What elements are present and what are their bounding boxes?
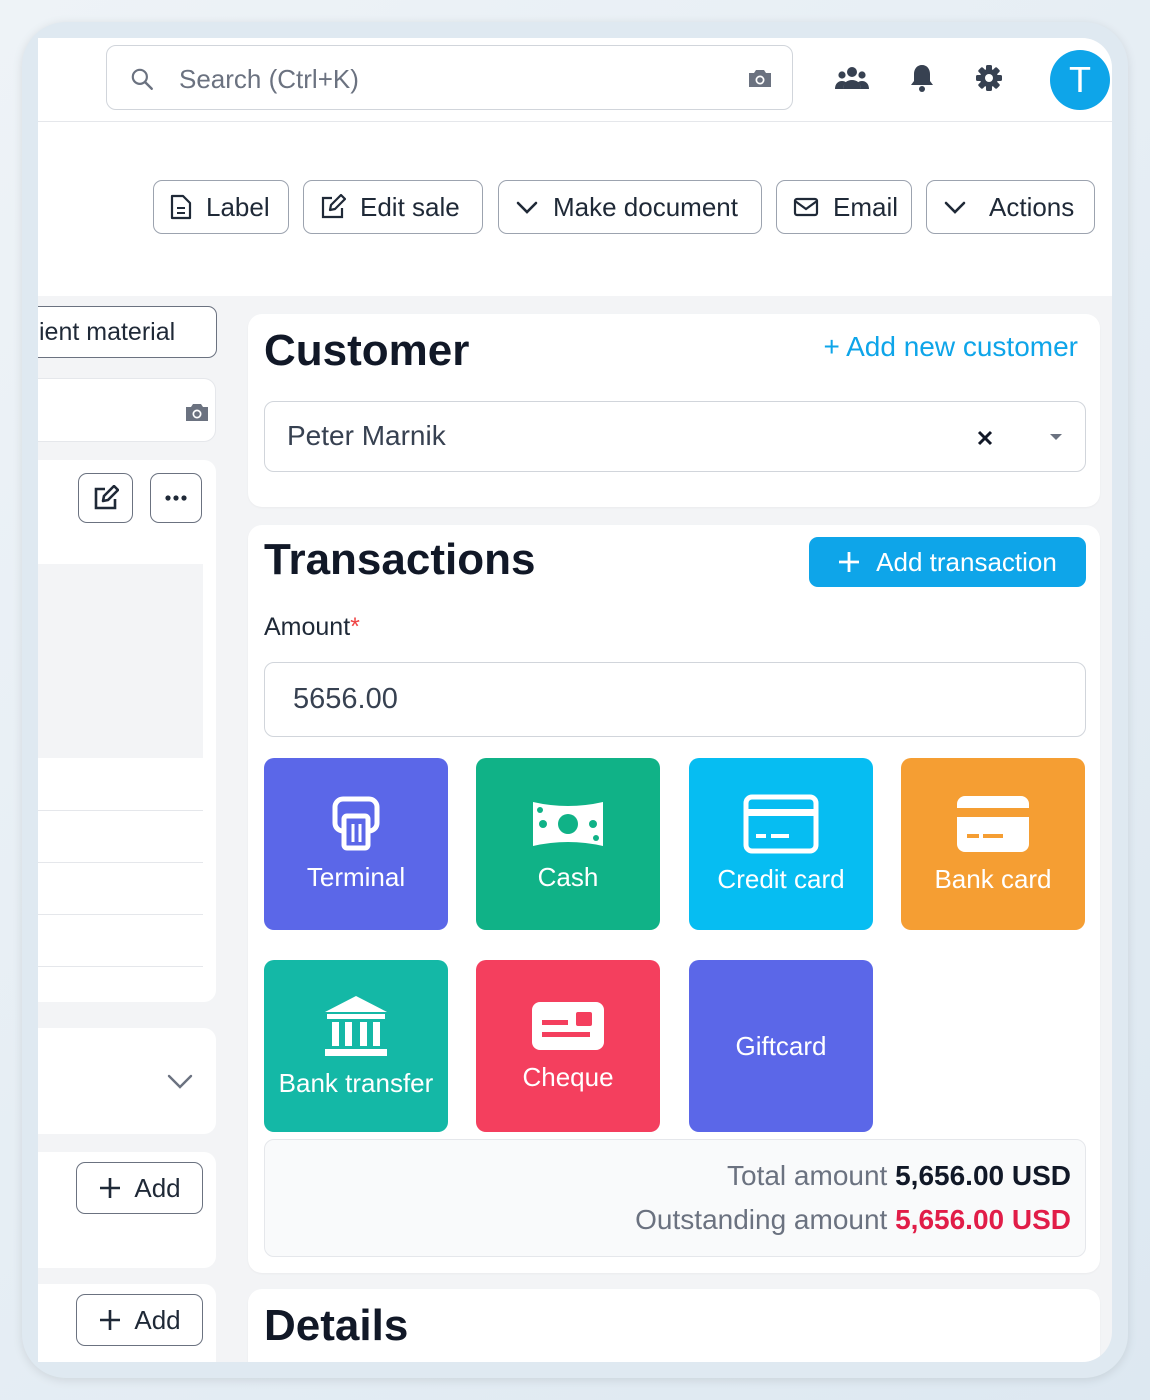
payment-cheque-button[interactable]: Cheque	[476, 960, 660, 1132]
plus-icon	[100, 1310, 121, 1330]
chevron-down-icon	[944, 201, 966, 214]
add-button-label: Add	[134, 1172, 181, 1203]
actions-button[interactable]: Actions	[926, 180, 1095, 234]
avatar[interactable]: T	[1050, 50, 1110, 110]
caret-down-icon[interactable]	[1049, 433, 1063, 441]
users-icon[interactable]	[834, 60, 870, 96]
chevron-down-icon	[167, 1074, 193, 1089]
more-icon	[165, 495, 187, 501]
email-button-text: Email	[833, 191, 899, 222]
camera-icon[interactable]	[746, 66, 774, 90]
bank-transfer-label: Bank transfer	[278, 1067, 434, 1098]
add-button-label: Add	[134, 1304, 181, 1335]
label-button[interactable]: Label	[153, 180, 289, 234]
gear-icon[interactable]	[971, 60, 1007, 96]
edit-icon	[321, 194, 346, 219]
material-tab[interactable]: ient material	[38, 306, 217, 358]
plus-icon	[100, 1178, 121, 1198]
search-icon	[131, 68, 153, 90]
camera-icon[interactable]	[183, 400, 211, 424]
terminal-label: Terminal	[306, 861, 406, 892]
mail-icon	[793, 197, 819, 217]
document-icon	[170, 194, 192, 220]
action-toolbar: Label Edit sale Make document Email Acti…	[38, 122, 1112, 296]
payment-cash-button[interactable]: Cash	[476, 758, 660, 930]
bell-icon[interactable]	[904, 60, 940, 96]
left-section-2: Add	[38, 1284, 216, 1362]
bank-card-icon	[957, 795, 1029, 852]
payment-bank-card-button[interactable]: Bank card	[901, 758, 1085, 930]
edit-sale-text: Edit sale	[360, 191, 460, 222]
chevron-down-icon	[516, 201, 538, 214]
credit-card-icon	[743, 794, 819, 853]
label-button-text: Label	[206, 191, 270, 222]
add-button[interactable]: Add	[76, 1162, 203, 1214]
divider	[38, 810, 203, 811]
divider	[38, 914, 203, 915]
customer-selected-value: Peter Marnik	[287, 420, 446, 451]
divider	[38, 862, 203, 863]
amount-label: Amount*	[264, 613, 360, 642]
total-amount-row: Total amount 5,656.00 USD	[727, 1160, 1071, 1192]
left-list-card	[38, 460, 216, 1002]
email-button[interactable]: Email	[776, 180, 912, 234]
outstanding-amount-label: Outstanding amount	[635, 1204, 888, 1235]
payment-credit-card-button[interactable]: Credit card	[689, 758, 873, 930]
total-amount-value: 5,656.00 USD	[895, 1160, 1071, 1191]
edit-button[interactable]	[78, 473, 133, 523]
terminal-icon	[332, 796, 380, 850]
required-mark: *	[350, 613, 360, 641]
cheque-label: Cheque	[522, 1061, 614, 1092]
make-document-button[interactable]: Make document	[498, 180, 762, 234]
add-button[interactable]: Add	[76, 1294, 203, 1346]
totals-panel: Total amount 5,656.00 USD Outstanding am…	[264, 1139, 1086, 1257]
bank-icon	[325, 995, 387, 1056]
customer-card: Customer + Add new customer Peter Marnik	[248, 314, 1100, 507]
left-search-input[interactable]	[38, 378, 216, 442]
actions-button-text: Actions	[989, 191, 1075, 222]
top-bar: Search (Ctrl+K) T	[38, 38, 1112, 122]
edit-sale-button[interactable]: Edit sale	[303, 180, 483, 234]
list-selected-row[interactable]	[38, 564, 203, 758]
avatar-letter: T	[1069, 59, 1091, 100]
transactions-title: Transactions	[264, 535, 536, 584]
add-transaction-label: Add transaction	[876, 546, 1057, 577]
bank-card-label: Bank card	[934, 863, 1052, 894]
divider	[38, 966, 203, 967]
search-input[interactable]: Search (Ctrl+K)	[106, 45, 793, 110]
add-new-customer-link[interactable]: + Add new customer	[824, 331, 1078, 363]
clear-icon[interactable]	[977, 430, 993, 446]
material-tab-label: ient material	[39, 317, 176, 346]
transactions-card: Transactions Add transaction Amount* 565…	[248, 525, 1100, 1273]
more-options-button[interactable]	[150, 473, 202, 523]
app-screen: Search (Ctrl+K) T Label Edit sale Make d…	[38, 38, 1112, 1362]
make-document-text: Make document	[553, 191, 738, 222]
cash-label: Cash	[537, 861, 599, 892]
plus-icon	[839, 552, 860, 572]
search-placeholder: Search (Ctrl+K)	[179, 64, 359, 94]
cash-icon	[533, 801, 603, 846]
amount-value: 5656.00	[293, 683, 398, 715]
customer-title: Customer	[264, 326, 470, 375]
payment-giftcard-button[interactable]: Giftcard	[689, 960, 873, 1132]
outstanding-amount-row: Outstanding amount 5,656.00 USD	[635, 1204, 1071, 1236]
amount-input[interactable]: 5656.00	[264, 662, 1086, 737]
collapsible-section[interactable]	[38, 1028, 216, 1134]
add-transaction-button[interactable]: Add transaction	[809, 537, 1086, 587]
edit-icon	[94, 485, 119, 510]
cheque-icon	[532, 1001, 604, 1050]
giftcard-label: Giftcard	[735, 1030, 827, 1061]
payment-bank-transfer-button[interactable]: Bank transfer	[264, 960, 448, 1132]
left-section-1: Add	[38, 1152, 216, 1268]
credit-card-label: Credit card	[717, 863, 845, 894]
total-amount-label: Total amount	[727, 1160, 888, 1191]
outstanding-amount-value: 5,656.00 USD	[895, 1204, 1071, 1235]
customer-select[interactable]: Peter Marnik	[264, 401, 1086, 472]
details-card: Details	[248, 1289, 1100, 1362]
details-title: Details	[264, 1301, 409, 1350]
amount-label-text: Amount	[264, 613, 351, 641]
payment-terminal-button[interactable]: Terminal	[264, 758, 448, 930]
